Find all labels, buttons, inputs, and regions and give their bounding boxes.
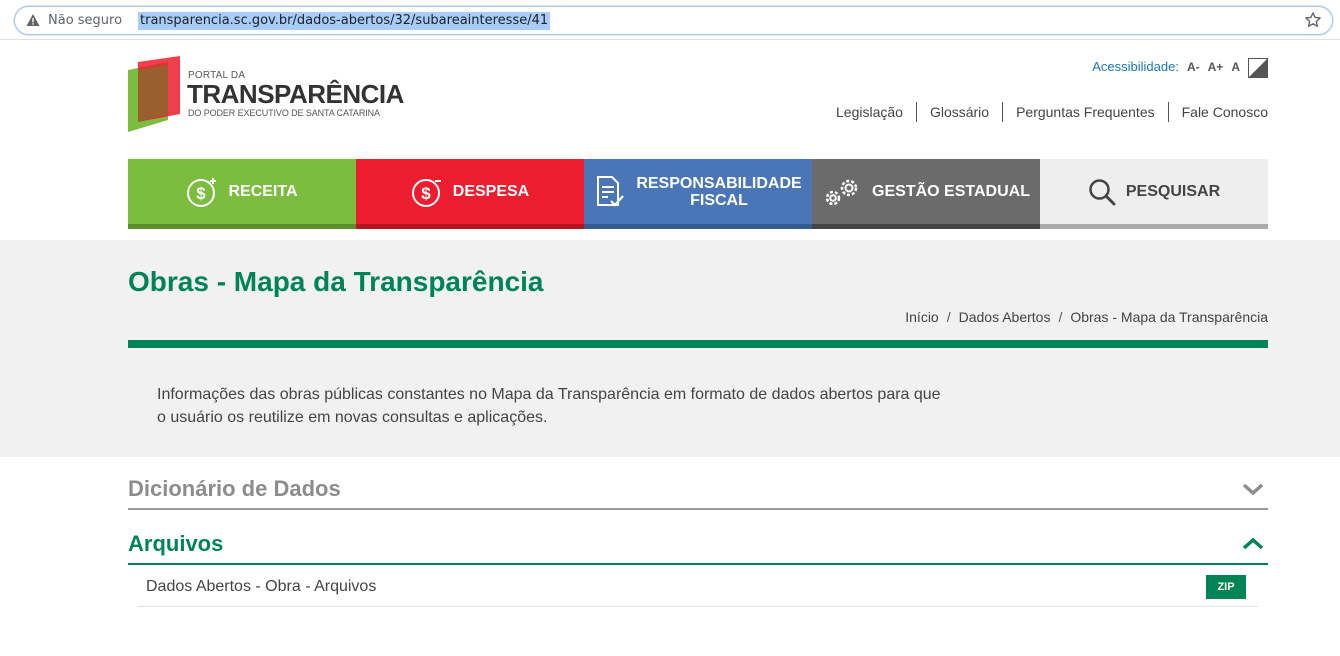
page-description: Informações das obras públicas constante… (157, 386, 941, 426)
svg-text:$: $ (421, 184, 431, 203)
accordion-dicionario-de-dados[interactable]: Dicionário de Dados (128, 470, 1268, 510)
breadcrumb-dados-abertos[interactable]: Dados Abertos (959, 309, 1051, 325)
breadcrumb-separator: / (946, 309, 951, 325)
nav-despesa-label: DESPESA (452, 183, 530, 200)
address-bar[interactable]: Não seguro transparencia.sc.gov.br/dados… (14, 6, 1333, 35)
file-row: Dados Abertos - Obra - Arquivos ZIP (138, 567, 1258, 607)
nav-gestao-label: GESTÃO ESTADUAL (872, 183, 1030, 200)
chevron-up-icon (1242, 537, 1264, 550)
title-divider (128, 340, 1268, 348)
accordion-arquivos-title: Arquivos (128, 531, 224, 556)
breadcrumb: Início / Dados Abertos / Obras - Mapa da… (905, 309, 1268, 325)
link-legislacao[interactable]: Legislação (823, 102, 916, 122)
bookmark-star-icon[interactable] (1304, 11, 1322, 29)
logo-mark-icon (128, 56, 180, 132)
document-check-icon (597, 175, 625, 207)
page-title: Obras - Mapa da Transparência (128, 266, 544, 297)
money-in-icon: $ (187, 177, 217, 207)
gears-icon (825, 179, 858, 205)
nav-pesquisar-label: PESQUISAR (1125, 183, 1221, 200)
warning-icon[interactable] (26, 13, 40, 27)
link-fale-conosco[interactable]: Fale Conosco (1167, 102, 1268, 122)
svg-text:$: $ (197, 184, 207, 203)
url-text[interactable]: transparencia.sc.gov.br/dados-abertos/32… (138, 12, 551, 30)
font-reset-button[interactable]: A (1231, 60, 1240, 74)
zip-download-button[interactable]: ZIP (1206, 574, 1246, 599)
breadcrumb-inicio[interactable]: Início (905, 309, 938, 325)
logo-subtitle: DO PODER EXECUTIVO DE SANTA CATARINA (188, 108, 380, 118)
font-decrease-button[interactable]: A- (1187, 60, 1200, 74)
nav-pesquisar[interactable]: PESQUISAR (1040, 159, 1268, 229)
breadcrumb-separator: / (1058, 309, 1063, 325)
nav-receita[interactable]: $ RECEITA (128, 159, 356, 229)
breadcrumb-current: Obras - Mapa da Transparência (1070, 309, 1268, 325)
link-perguntas-frequentes[interactable]: Perguntas Frequentes (1002, 102, 1168, 122)
browser-toolbar: Não seguro transparencia.sc.gov.br/dados… (0, 0, 1340, 40)
accessibility-label: Acessibilidade: (1092, 59, 1179, 74)
contrast-toggle-icon[interactable] (1248, 58, 1268, 78)
accordion-dicionario-title: Dicionário de Dados (128, 476, 341, 501)
top-links: Legislação Glossário Perguntas Frequente… (823, 102, 1268, 122)
link-glossario[interactable]: Glossário (915, 102, 1002, 122)
file-name: Dados Abertos - Obra - Arquivos (146, 577, 377, 595)
nav-resp-line1: RESPONSABILIDADE (636, 174, 802, 192)
nav-gestao-estadual[interactable]: GESTÃO ESTADUAL (812, 159, 1040, 229)
nav-despesa[interactable]: $ DESPESA (356, 159, 584, 229)
search-icon (1089, 178, 1116, 205)
font-increase-button[interactable]: A+ (1208, 60, 1224, 74)
chevron-down-icon (1242, 483, 1264, 496)
logo-title: TRANSPARÊNCIA (187, 79, 404, 109)
nav-receita-label: RECEITA (228, 183, 298, 200)
money-out-icon: $ (411, 178, 441, 207)
security-status[interactable]: Não seguro (48, 13, 122, 28)
nav-responsabilidade-label: RESPONSABILIDADE FISCAL (636, 175, 801, 209)
accordion-arquivos[interactable]: Arquivos (128, 525, 1268, 565)
main-navigation: $ RECEITA $ DESPESA RESPONSABILIDADE FIS… (128, 159, 1268, 229)
accessibility-controls: Acessibilidade: A- A+ A (1092, 59, 1240, 74)
portal-logo[interactable]: PORTAL DA TRANSPARÊNCIA DO PODER EXECUTI… (128, 56, 428, 136)
nav-resp-line2: FISCAL (690, 191, 748, 209)
nav-responsabilidade-fiscal[interactable]: RESPONSABILIDADE FISCAL (584, 159, 812, 229)
